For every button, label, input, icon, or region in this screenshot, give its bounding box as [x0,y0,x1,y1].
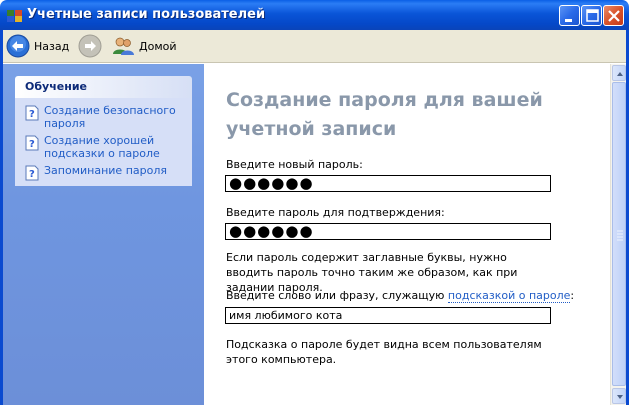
forward-button[interactable] [78,34,102,58]
forward-arrow-icon [78,34,102,58]
help-page-icon: ? [25,135,39,151]
back-button[interactable]: Назад [6,34,69,58]
new-password-label: Введите новый пароль: [226,158,363,171]
svg-text:?: ? [29,139,35,150]
home-button[interactable]: Домой [111,34,177,58]
sidebar-item-good-hint[interactable]: ? Создание хорошей подсказки о пароле [15,132,192,162]
sidebar-item-label[interactable]: Создание хорошей подсказки о пароле [44,134,184,160]
sidebar-item-secure-password[interactable]: ? Создание безопасного пароля [15,102,192,132]
main-content: Создание пароля для вашей учетной записи… [204,64,610,405]
password-hint-field[interactable]: имя любимого кота [225,307,551,324]
sidebar-item-label[interactable]: Запоминание пароля [44,164,184,177]
hint-note: Подсказка о пароле будет видна всем поль… [226,338,542,366]
back-label: Назад [34,39,70,53]
minimize-icon [565,19,572,22]
scroll-thumb[interactable] [612,82,626,386]
minimize-button[interactable] [559,5,580,26]
learn-about-list: ? Создание безопасного пароля ? Создание… [15,98,192,186]
password-hint-link[interactable]: подсказкой о пароле [447,289,571,303]
home-label: Домой [139,39,177,53]
back-arrow-icon [6,34,30,58]
learn-about-box: Обучение ? Создание безопасного пароля ?… [15,76,192,186]
title-bar[interactable]: Учетные записи пользователей [0,0,629,30]
confirm-password-field[interactable]: ●●●●●● [225,223,551,240]
hint-label-prefix: Введите слово или фразу, служащую [226,289,448,302]
scroll-up-button[interactable] [612,65,626,81]
svg-text:?: ? [29,169,35,180]
hint-label-suffix: : [570,289,575,302]
users-home-icon [113,37,134,55]
confirm-password-label: Введите пароль для подтверждения: [226,206,445,219]
page-title: Создание пароля для вашей учетной записи [226,89,543,140]
scroll-down-icon [617,395,623,399]
svg-text:?: ? [29,109,35,120]
maximize-button[interactable] [581,5,602,26]
user-accounts-icon [7,10,22,22]
maximize-icon [586,9,599,22]
sidebar-item-label[interactable]: Создание безопасного пароля [44,104,184,130]
help-page-icon: ? [25,105,39,121]
left-task-pane: Обучение ? Создание безопасного пароля ?… [3,64,204,405]
learn-about-header: Обучение [15,76,192,98]
vertical-scrollbar[interactable] [610,64,626,405]
close-button[interactable] [603,5,624,26]
scroll-down-button[interactable] [612,388,626,404]
grip-icon [617,230,623,241]
hint-label: Введите слово или фразу, служащую подска… [226,289,575,303]
window-title: Учетные записи пользователей [27,7,266,22]
new-password-field[interactable]: ●●●●●● [225,175,551,192]
help-page-icon: ? [25,165,39,181]
sidebar-item-remember-password[interactable]: ? Запоминание пароля [15,162,192,183]
scroll-up-icon [617,72,623,76]
toolbar: Назад Домой [3,30,626,63]
close-icon [608,10,620,22]
